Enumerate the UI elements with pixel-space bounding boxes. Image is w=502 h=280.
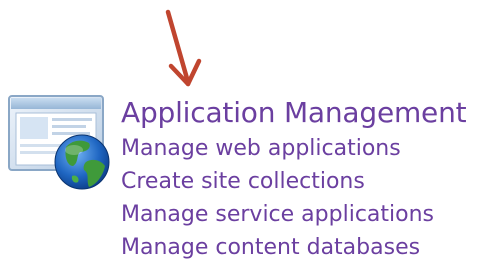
manage-content-databases-link[interactable]: Manage content databases (121, 231, 496, 264)
list-item: Create site collections (121, 165, 496, 198)
create-site-collections-link[interactable]: Create site collections (121, 165, 496, 198)
manage-web-applications-link[interactable]: Manage web applications (121, 132, 496, 165)
application-window-globe-icon (8, 95, 110, 190)
list-item: Manage web applications (121, 132, 496, 165)
application-management-heading-link[interactable]: Application Management (121, 94, 496, 132)
list-item: Manage service applications (121, 198, 496, 231)
arrow-down-icon (165, 9, 202, 87)
manage-service-applications-link[interactable]: Manage service applications (121, 198, 496, 231)
application-management-section: Application Management Manage web applic… (121, 94, 496, 264)
section-link-list: Manage web applications Create site coll… (121, 132, 496, 264)
list-item: Manage content databases (121, 231, 496, 264)
